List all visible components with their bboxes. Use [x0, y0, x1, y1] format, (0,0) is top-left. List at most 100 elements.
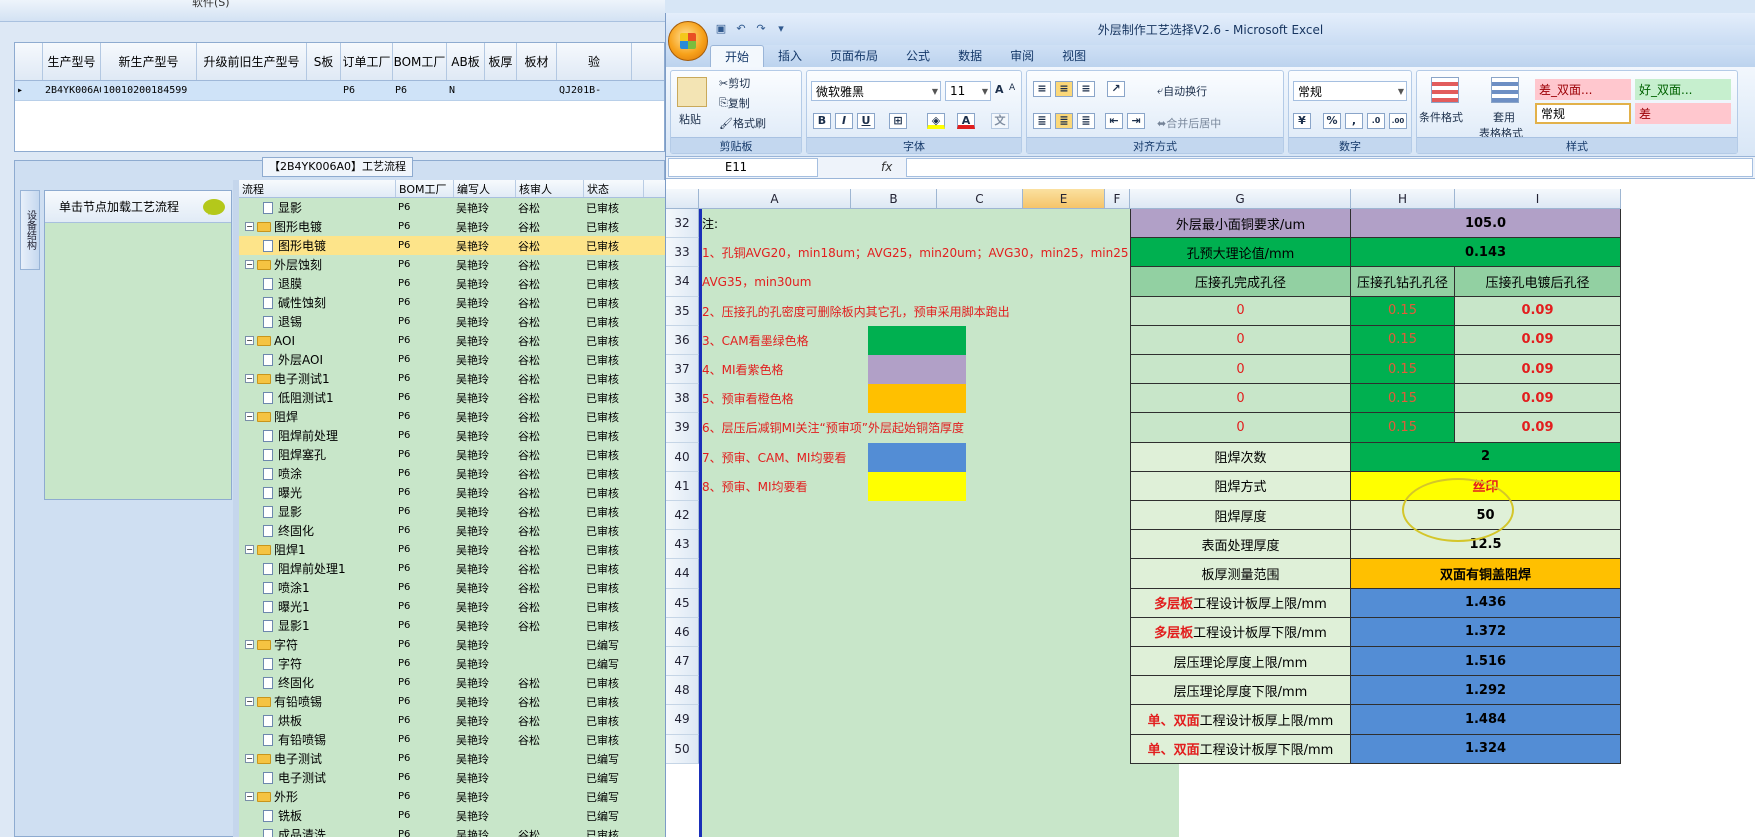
- increase-indent-button[interactable]: ⇥: [1127, 113, 1147, 129]
- table-value-cell[interactable]: 1.324: [1351, 734, 1621, 764]
- table-value-cell[interactable]: 12.5: [1351, 530, 1621, 560]
- tree-row[interactable]: 字符 P6 吴艳玲 已编写: [239, 654, 665, 673]
- font-size-select[interactable]: 11 ▼: [945, 81, 991, 101]
- table-value-cell[interactable]: 50: [1351, 501, 1621, 531]
- table-i-cell[interactable]: 0.09: [1455, 413, 1621, 443]
- row-header[interactable]: 36: [666, 325, 699, 355]
- column-header[interactable]: I: [1455, 189, 1621, 209]
- row-header[interactable]: 40: [666, 442, 699, 472]
- grid-col-header[interactable]: 板厚: [485, 43, 517, 80]
- tree-node[interactable]: 喷涂: [239, 465, 396, 482]
- tree-node[interactable]: 碱性蚀刻: [239, 294, 396, 311]
- conditional-format-button[interactable]: 条件格式: [1419, 109, 1463, 125]
- table-label-cell[interactable]: 0: [1130, 413, 1351, 443]
- tree-node[interactable]: 阻焊塞孔: [239, 446, 396, 463]
- collapse-icon[interactable]: −: [245, 640, 254, 649]
- tree-col-header[interactable]: 状态: [584, 180, 644, 197]
- select-all-corner[interactable]: [666, 189, 699, 209]
- tree-node[interactable]: 显影1: [239, 617, 396, 634]
- table-h-cell[interactable]: 0.15: [1351, 355, 1455, 385]
- align-top-button[interactable]: ≡: [1033, 81, 1053, 97]
- side-tab-equipment[interactable]: 设备结构: [20, 190, 40, 270]
- grow-font-button[interactable]: A: [995, 83, 1004, 96]
- table-label-cell[interactable]: 0: [1130, 325, 1351, 355]
- office-button[interactable]: [668, 21, 708, 61]
- table-label-cell[interactable]: 孔预大理论值/mm: [1130, 238, 1351, 268]
- tab-5[interactable]: 审阅: [996, 45, 1048, 67]
- tree-row[interactable]: 喷涂1 P6 吴艳玲 谷松 已审核: [239, 578, 665, 597]
- tree-row[interactable]: 铣板 P6 吴艳玲 已编写: [239, 806, 665, 825]
- grid-cell[interactable]: [197, 81, 307, 100]
- table-value-cell[interactable]: 1.484: [1351, 705, 1621, 735]
- row-header[interactable]: 48: [666, 676, 699, 706]
- tree-node[interactable]: 曝光1: [239, 598, 396, 615]
- collapse-icon[interactable]: −: [245, 697, 254, 706]
- table-label-cell[interactable]: 层压理论厚度下限/mm: [1130, 676, 1351, 706]
- table-value-cell[interactable]: 105.0: [1351, 209, 1621, 239]
- table-label-cell[interactable]: 阻焊次数: [1130, 442, 1351, 472]
- tab-3[interactable]: 公式: [892, 45, 944, 67]
- table-label-cell[interactable]: 层压理论厚度上限/mm: [1130, 647, 1351, 677]
- grid-cell[interactable]: P6: [341, 81, 393, 100]
- tree-row[interactable]: 阻焊前处理1 P6 吴艳玲 谷松 已审核: [239, 559, 665, 578]
- row-header[interactable]: 43: [666, 530, 699, 560]
- table-value-cell[interactable]: 双面有铜盖阻焊: [1351, 559, 1621, 589]
- grid-col-header[interactable]: 验: [557, 43, 632, 80]
- tree-node[interactable]: 电子测试: [239, 769, 396, 786]
- grid-cell[interactable]: P6: [393, 81, 447, 100]
- row-header[interactable]: 37: [666, 355, 699, 385]
- table-value-cell[interactable]: 1.372: [1351, 617, 1621, 647]
- tree-node[interactable]: − 图形电镀: [239, 218, 396, 235]
- tree-node[interactable]: − 阻焊1: [239, 541, 396, 558]
- row-header[interactable]: 45: [666, 588, 699, 618]
- row-header[interactable]: 32: [666, 209, 699, 239]
- tree-row[interactable]: 显影1 P6 吴艳玲 谷松 已审核: [239, 616, 665, 635]
- table-label-cell[interactable]: 外层最小面铜要求/um: [1130, 209, 1351, 239]
- tree-row[interactable]: 显影 P6 吴艳玲 谷松 已审核: [239, 198, 665, 217]
- tree-node[interactable]: 退膜: [239, 275, 396, 292]
- collapse-icon[interactable]: −: [245, 260, 254, 269]
- paste-button[interactable]: 粘贴: [679, 111, 701, 127]
- tab-2[interactable]: 页面布局: [816, 45, 892, 67]
- tree-row[interactable]: − 电子测试1 P6 吴艳玲 谷松 已审核: [239, 369, 665, 388]
- row-header[interactable]: 46: [666, 617, 699, 647]
- tree-node[interactable]: 低阻测试1: [239, 389, 396, 406]
- tree-col-header[interactable]: BOM工厂: [396, 180, 454, 197]
- tree-node[interactable]: 阻焊前处理: [239, 427, 396, 444]
- tree-col-header[interactable]: 编写人: [454, 180, 516, 197]
- tree-row[interactable]: − 有铅喷锡 P6 吴艳玲 谷松 已审核: [239, 692, 665, 711]
- table-h-cell[interactable]: 0.15: [1351, 296, 1455, 326]
- tree-row[interactable]: − 外层蚀刻 P6 吴艳玲 谷松 已审核: [239, 255, 665, 274]
- font-name-select[interactable]: 微软雅黑 ▼: [811, 81, 941, 101]
- align-right-button[interactable]: ≣: [1077, 113, 1097, 129]
- tree-node[interactable]: 图形电镀: [239, 237, 396, 254]
- merge-center-button[interactable]: ⬌ 合并后居中: [1157, 115, 1221, 131]
- table-h-cell[interactable]: 0.15: [1351, 413, 1455, 443]
- tree-node[interactable]: 铣板: [239, 807, 396, 824]
- tree-node[interactable]: − 外层蚀刻: [239, 256, 396, 273]
- tree-node[interactable]: − 有铅喷锡: [239, 693, 396, 710]
- table-label-cell[interactable]: 压接孔完成孔径: [1130, 267, 1351, 297]
- conditional-format-icon[interactable]: [1431, 77, 1459, 103]
- tree-row[interactable]: 碱性蚀刻 P6 吴艳玲 谷松 已审核: [239, 293, 665, 312]
- table-i-cell[interactable]: 0.09: [1455, 296, 1621, 326]
- tree-row[interactable]: 退膜 P6 吴艳玲 谷松 已审核: [239, 274, 665, 293]
- row-header[interactable]: 47: [666, 647, 699, 677]
- tree-row[interactable]: 成品清洗 P6 吴艳玲 谷松 已审核: [239, 825, 665, 837]
- collapse-icon[interactable]: −: [245, 336, 254, 345]
- tree-col-header[interactable]: 核审人: [516, 180, 584, 197]
- table-label-cell[interactable]: 多层板 工程设计板厚下限/mm: [1130, 617, 1351, 647]
- table-row[interactable]: ▸ 2B4YK006A0 10010200184599 P6 P6 N QJ201B-: [15, 81, 664, 101]
- tree-node[interactable]: − 电子测试: [239, 750, 396, 767]
- grid-col-header[interactable]: S板: [307, 43, 341, 80]
- table-label-cell[interactable]: 单、双面 工程设计板厚下限/mm: [1130, 734, 1351, 764]
- tree-node[interactable]: 显影: [239, 503, 396, 520]
- collapse-icon[interactable]: −: [245, 792, 254, 801]
- tree-row[interactable]: 喷涂 P6 吴艳玲 谷松 已审核: [239, 464, 665, 483]
- tree-row[interactable]: 电子测试 P6 吴艳玲 已编写: [239, 768, 665, 787]
- tree-row[interactable]: − 阻焊1 P6 吴艳玲 谷松 已审核: [239, 540, 665, 559]
- tree-row[interactable]: 阻焊前处理 P6 吴艳玲 谷松 已审核: [239, 426, 665, 445]
- grid-col-header[interactable]: 生产型号: [43, 43, 101, 80]
- table-label-cell[interactable]: 0: [1130, 355, 1351, 385]
- table-i-cell[interactable]: 0.09: [1455, 355, 1621, 385]
